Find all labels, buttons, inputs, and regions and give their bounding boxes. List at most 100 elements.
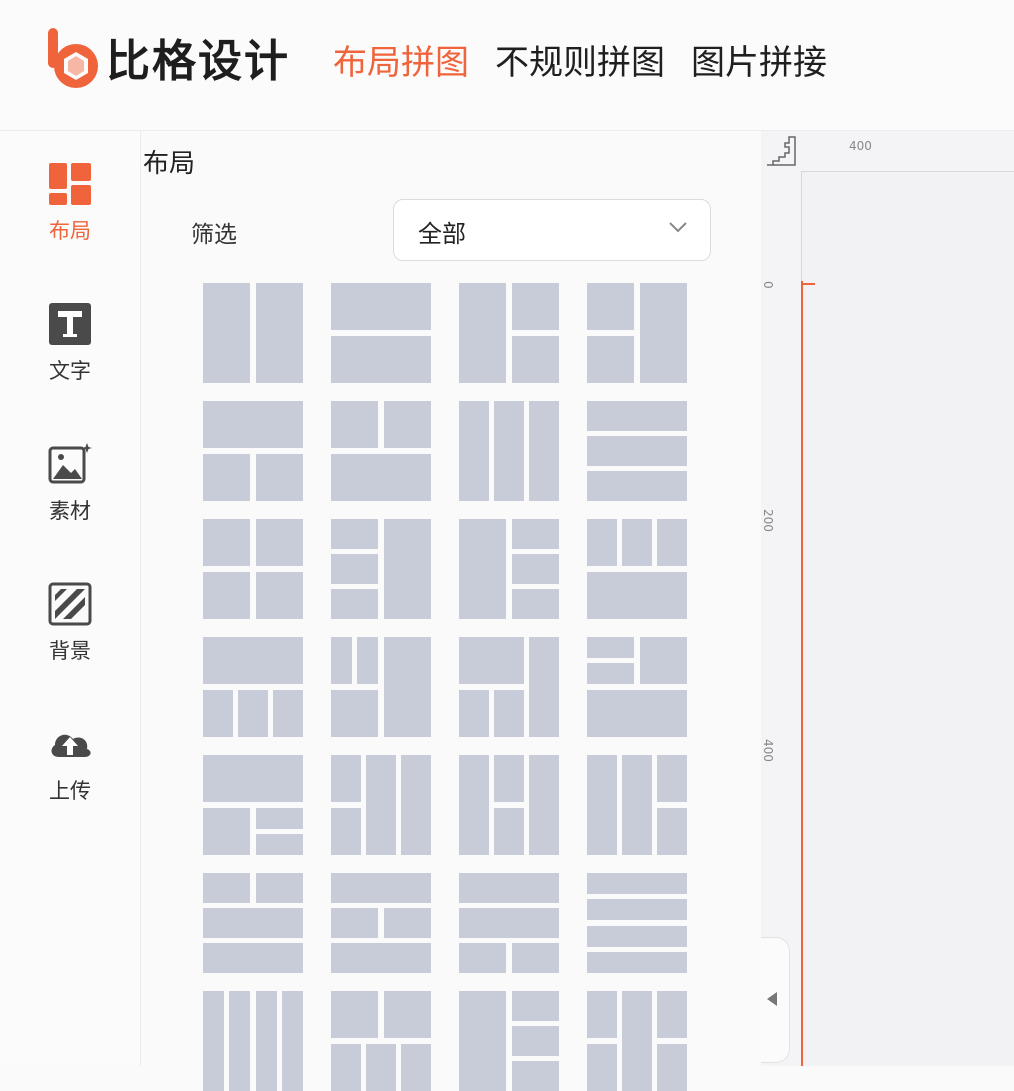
canvas-edge-guide <box>801 281 803 1066</box>
tab-image-stitch[interactable]: 图片拼接 <box>691 40 827 86</box>
layout-cell <box>529 755 559 855</box>
layout-template-grid <box>203 283 703 1091</box>
layout-cell <box>587 637 634 658</box>
layout-cell <box>203 401 303 448</box>
layout-template-thumbnail[interactable] <box>203 283 303 383</box>
layout-cell <box>587 401 687 431</box>
layout-cell <box>203 991 224 1091</box>
layout-cell <box>657 808 687 855</box>
layout-template-thumbnail[interactable] <box>587 991 687 1091</box>
layout-template-preview <box>459 283 559 383</box>
layout-template-thumbnail[interactable] <box>203 519 303 619</box>
ruler-corner <box>761 131 801 171</box>
layout-template-thumbnail[interactable] <box>203 637 303 737</box>
layout-template-preview <box>587 401 687 501</box>
sidebar-item-material[interactable]: 素材 <box>0 441 140 551</box>
layout-template-thumbnail[interactable] <box>587 637 687 737</box>
chevron-down-icon <box>669 222 687 233</box>
bige-logo-icon[interactable] <box>46 26 102 92</box>
layout-cell <box>459 943 506 973</box>
layout-cell <box>331 873 431 903</box>
layout-template-thumbnail[interactable] <box>459 519 559 619</box>
layout-template-thumbnail[interactable] <box>203 991 303 1091</box>
layout-template-thumbnail[interactable] <box>587 401 687 501</box>
layout-template-preview <box>331 873 431 973</box>
layout-template-preview <box>331 283 431 383</box>
layout-template-preview <box>459 519 559 619</box>
layout-template-thumbnail[interactable] <box>331 283 431 383</box>
sidebar-item-background[interactable]: 背景 <box>0 581 140 691</box>
layout-template-preview <box>203 283 303 383</box>
layout-cell <box>512 554 559 584</box>
layout-template-preview <box>331 519 431 619</box>
layout-template-thumbnail[interactable] <box>459 401 559 501</box>
filter-select[interactable]: 全部 <box>393 199 711 261</box>
layout-template-thumbnail[interactable] <box>587 755 687 855</box>
layout-cell <box>459 401 489 501</box>
layout-cell <box>587 663 634 684</box>
panel-title: 布局 <box>143 149 196 179</box>
layout-cell <box>331 908 378 938</box>
layout-cell <box>657 755 687 802</box>
layout-template-preview <box>587 283 687 383</box>
layout-template-thumbnail[interactable] <box>203 755 303 855</box>
layout-cell <box>459 991 506 1091</box>
layout-cell <box>256 454 303 501</box>
layout-template-preview <box>203 637 303 737</box>
layout-template-thumbnail[interactable] <box>331 991 431 1091</box>
layout-template-thumbnail[interactable] <box>331 401 431 501</box>
layout-template-thumbnail[interactable] <box>459 637 559 737</box>
layout-template-thumbnail[interactable] <box>331 873 431 973</box>
sidebar-item-label: 上传 <box>49 779 91 803</box>
layout-cell <box>357 637 378 684</box>
layout-template-preview <box>459 401 559 501</box>
tab-layout-collage[interactable]: 布局拼图 <box>333 40 469 86</box>
layout-template-thumbnail[interactable] <box>203 401 303 501</box>
layout-template-preview <box>587 637 687 737</box>
layout-template-thumbnail[interactable] <box>331 637 431 737</box>
brand-name[interactable]: 比格设计 <box>106 32 290 92</box>
layout-cell <box>494 808 524 855</box>
layout-template-thumbnail[interactable] <box>459 991 559 1091</box>
sidebar-item-upload[interactable]: 上传 <box>0 721 140 831</box>
tab-irregular-collage[interactable]: 不规则拼图 <box>495 40 665 86</box>
layout-cell <box>256 834 303 855</box>
layout-template-preview <box>587 519 687 619</box>
layout-template-thumbnail[interactable] <box>587 519 687 619</box>
layout-cell <box>331 454 431 501</box>
layout-cell <box>622 755 652 855</box>
canvas-area[interactable]: 400 0 200 400 <box>761 131 1014 1066</box>
ruler-vertical: 0 200 400 <box>761 171 802 1066</box>
layout-cell <box>587 991 617 1038</box>
layout-template-thumbnail[interactable] <box>459 283 559 383</box>
layout-cell <box>587 283 634 330</box>
layout-cell <box>587 755 617 855</box>
layout-cell <box>459 690 489 737</box>
layout-template-thumbnail[interactable] <box>459 755 559 855</box>
layout-cell <box>587 471 687 501</box>
layout-template-thumbnail[interactable] <box>331 519 431 619</box>
filter-select-value: 全部 <box>418 220 466 248</box>
collapse-panel-button[interactable] <box>761 937 790 1063</box>
layout-cell <box>331 755 361 802</box>
layout-cell <box>494 755 524 802</box>
layout-cell <box>331 637 352 684</box>
layout-cell <box>203 873 250 903</box>
layout-cell <box>384 401 431 448</box>
layout-template-thumbnail[interactable] <box>203 873 303 973</box>
canvas-guide-tick <box>801 283 815 285</box>
layout-cell <box>331 401 378 448</box>
layout-cell <box>203 908 303 938</box>
layout-template-thumbnail[interactable] <box>587 283 687 383</box>
layout-cell <box>384 908 431 938</box>
layout-template-thumbnail[interactable] <box>331 755 431 855</box>
chevron-left-icon <box>767 992 777 1006</box>
layout-template-thumbnail[interactable] <box>459 873 559 973</box>
layout-cell <box>401 755 431 855</box>
sidebar-item-layout[interactable]: 布局 <box>0 161 140 271</box>
sidebar-item-text[interactable]: 文字 <box>0 301 140 411</box>
layout-cell <box>331 554 378 584</box>
layout-template-thumbnail[interactable] <box>587 873 687 973</box>
layout-cell <box>459 519 506 619</box>
ruler-corner-icon <box>767 136 796 166</box>
